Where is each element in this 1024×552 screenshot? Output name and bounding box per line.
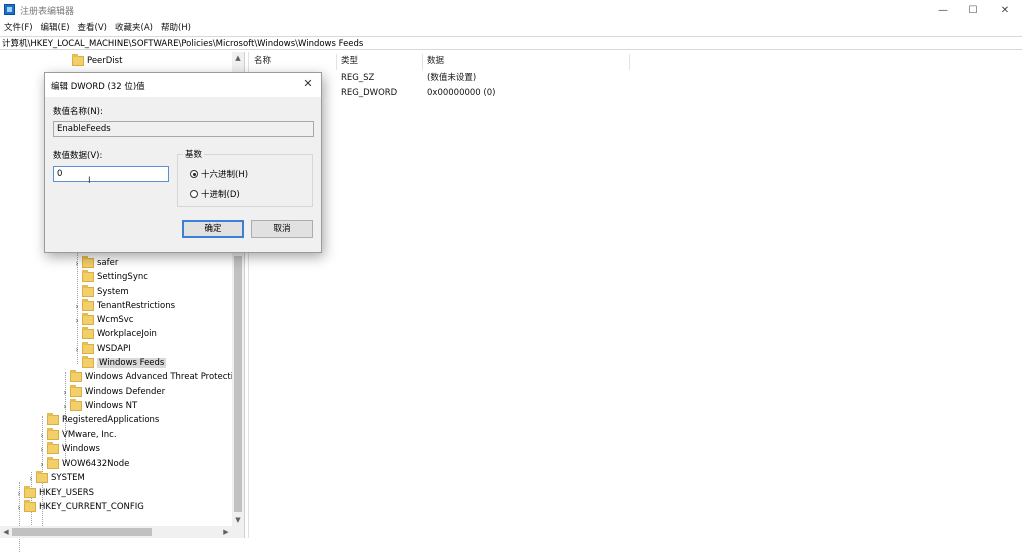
menu-favorites[interactable]: 收藏夹(A) <box>111 21 157 35</box>
radio-decimal[interactable]: 十进制(D) <box>190 188 240 200</box>
value-name-label: 数值名称(N): <box>53 107 103 117</box>
folder-icon <box>82 285 94 297</box>
close-icon[interactable]: ✕ <box>301 77 315 91</box>
folder-icon <box>36 471 48 483</box>
value-data-label: 数值数据(V): <box>53 151 103 161</box>
scroll-left-icon[interactable]: ◀ <box>0 526 12 538</box>
chevron-right-icon[interactable]: › <box>37 445 47 454</box>
chevron-right-icon[interactable]: › <box>37 460 47 469</box>
folder-icon <box>82 270 94 282</box>
chevron-right-icon[interactable]: › <box>72 316 82 325</box>
scroll-up-icon[interactable]: ▲ <box>232 52 244 64</box>
dialog-title: 编辑 DWORD (32 位)值 <box>51 82 145 92</box>
chevron-right-icon[interactable]: › <box>14 489 24 498</box>
chevron-right-icon[interactable]: › <box>60 388 70 397</box>
tree-item[interactable]: › WcmSvc <box>72 313 133 327</box>
tree-item-windows-feeds[interactable]: Windows Feeds <box>72 356 167 370</box>
chevron-right-icon[interactable]: › <box>60 402 70 411</box>
chevron-right-icon[interactable]: › <box>37 431 47 440</box>
address-bar[interactable]: 计算机\HKEY_LOCAL_MACHINE\SOFTWARE\Policies… <box>0 36 1022 50</box>
tree-horizontal-scrollbar[interactable]: ◀ ▶ <box>0 526 244 538</box>
dialog-title-bar: 编辑 DWORD (32 位)值 ✕ <box>45 73 321 97</box>
radio-selected-icon[interactable] <box>190 170 198 178</box>
menu-help[interactable]: 帮助(H) <box>157 21 195 35</box>
tree-item[interactable]: Windows Advanced Threat Protecti <box>60 370 233 384</box>
tree-item[interactable]: › HKEY_CURRENT_CONFIG <box>14 500 144 514</box>
column-header-data[interactable]: 数据 <box>427 54 444 68</box>
scrollbar-thumb[interactable] <box>12 528 152 536</box>
folder-icon <box>47 428 59 440</box>
folder-icon <box>82 256 94 268</box>
tree-item[interactable]: › Windows NT <box>60 399 137 413</box>
regedit-app-icon <box>4 4 15 15</box>
tree-item[interactable]: System <box>72 285 129 299</box>
tree-item[interactable]: RegisteredApplications <box>37 413 159 427</box>
ok-button[interactable]: 确定 <box>182 220 244 238</box>
maximize-button[interactable]: ☐ <box>958 0 988 20</box>
folder-icon <box>47 442 59 454</box>
tree-item[interactable]: › SYSTEM <box>26 471 85 485</box>
base-label: 基数 <box>183 148 205 160</box>
value-data-input[interactable]: 0 <box>53 166 169 182</box>
value-row-data[interactable]: (数值未设置) <box>427 71 476 85</box>
folder-icon <box>82 342 94 354</box>
scrollbar-thumb[interactable] <box>234 256 242 512</box>
chevron-right-icon[interactable]: › <box>14 503 24 512</box>
tree-item[interactable]: › WOW6432Node <box>37 457 129 471</box>
text-cursor-icon: I <box>88 176 91 186</box>
menu-edit[interactable]: 编辑(E) <box>37 21 74 35</box>
scroll-right-icon[interactable]: ▶ <box>220 526 232 538</box>
folder-icon <box>47 457 59 469</box>
folder-icon <box>72 54 84 66</box>
column-header-type[interactable]: 类型 <box>341 54 358 68</box>
tree-item[interactable]: PeerDist <box>62 54 122 68</box>
cancel-button[interactable]: 取消 <box>251 220 313 238</box>
tree-item[interactable]: › HKEY_USERS <box>14 486 94 500</box>
tree-item[interactable]: › safer <box>72 256 118 270</box>
folder-icon <box>82 356 94 368</box>
values-list[interactable] <box>248 52 1024 538</box>
title-bar: 注册表编辑器 — ☐ ✕ <box>0 0 1024 20</box>
folder-icon <box>70 399 82 411</box>
folder-icon <box>82 313 94 325</box>
menu-file[interactable]: 文件(F) <box>0 21 37 35</box>
chevron-right-icon[interactable]: › <box>72 345 82 354</box>
chevron-right-icon[interactable]: › <box>72 259 82 268</box>
folder-icon <box>24 500 36 512</box>
folder-icon <box>24 486 36 498</box>
close-button[interactable]: ✕ <box>990 0 1020 20</box>
tree-item[interactable]: › TenantRestrictions <box>72 299 175 313</box>
minimize-button[interactable]: — <box>928 0 958 20</box>
window-title: 注册表编辑器 <box>20 7 75 17</box>
folder-icon <box>82 327 94 339</box>
tree-item[interactable]: › VMware, Inc. <box>37 428 117 442</box>
tree-item[interactable]: WorkplaceJoin <box>72 327 157 341</box>
radio-hex[interactable]: 十六进制(H) <box>190 168 248 180</box>
column-header-name[interactable]: 名称 <box>254 54 271 68</box>
scroll-down-icon[interactable]: ▼ <box>232 514 244 526</box>
radio-unselected-icon[interactable] <box>190 190 198 198</box>
tree-item[interactable]: › WSDAPI <box>72 342 131 356</box>
menu-view[interactable]: 查看(V) <box>74 21 111 35</box>
tree-item[interactable]: SettingSync <box>72 270 148 284</box>
value-name-field: EnableFeeds <box>53 121 314 137</box>
value-row-data[interactable]: 0x00000000 (0) <box>427 86 495 100</box>
folder-icon <box>82 299 94 311</box>
value-row-type[interactable]: REG_SZ <box>341 71 374 85</box>
value-row-type[interactable]: REG_DWORD <box>341 86 397 100</box>
menu-bar: 文件(F) 编辑(E) 查看(V) 收藏夹(A) 帮助(H) <box>0 21 1024 35</box>
folder-icon <box>70 385 82 397</box>
chevron-right-icon[interactable]: › <box>72 302 82 311</box>
chevron-right-icon[interactable]: › <box>26 474 36 483</box>
tree-item[interactable]: › Windows <box>37 442 100 456</box>
folder-icon <box>70 370 82 382</box>
tree-item[interactable]: › Windows Defender <box>60 385 165 399</box>
folder-icon <box>47 413 59 425</box>
